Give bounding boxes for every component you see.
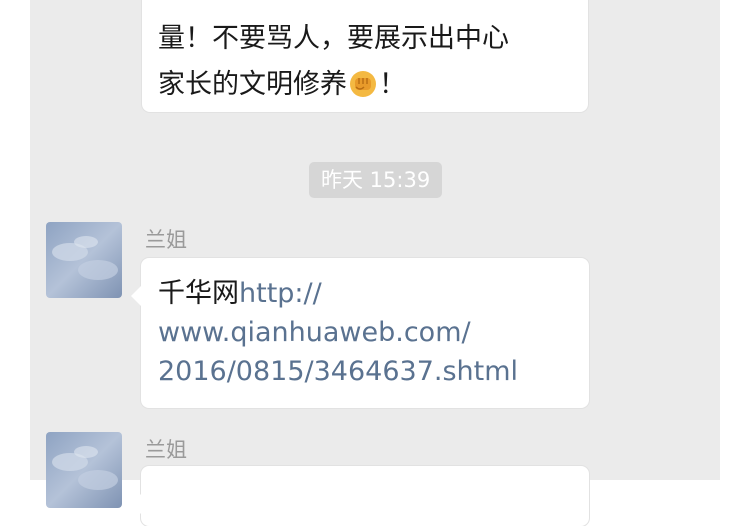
url-link-part-1[interactable]: http:// — [239, 278, 322, 309]
sender-name: 兰姐 — [145, 228, 187, 252]
url-link-part-3[interactable]: 2016/0815/3464637.shtml — [158, 352, 589, 391]
fist-emoji-icon — [349, 67, 377, 97]
message-line-1 — [158, 0, 588, 16]
url-link-part-2[interactable]: www.qianhuaweb.com/ — [158, 313, 589, 352]
message-bubble-top[interactable]: 量！不要骂人，要展示出中心 家长的文明修养 ！ — [142, 0, 588, 112]
message-bubble-bottom[interactable] — [131, 466, 589, 526]
link-line-1: 千华网http:// — [158, 274, 589, 313]
message-line-3: 家长的文明修养 ！ — [158, 62, 588, 108]
sender-name: 兰姐 — [145, 438, 187, 462]
message-line-2: 量！不要骂人，要展示出中心 — [158, 23, 509, 54]
link-title: 千华网 — [158, 278, 239, 309]
message-line-3-end: ！ — [379, 69, 406, 100]
avatar[interactable] — [46, 432, 122, 508]
timestamp-badge: 昨天 15:39 — [309, 162, 443, 198]
avatar[interactable] — [46, 222, 122, 298]
message-line-3-text: 家长的文明修养 — [158, 69, 347, 100]
link-message-bubble[interactable]: 千华网http:// www.qianhuaweb.com/ 2016/0815… — [131, 258, 589, 408]
